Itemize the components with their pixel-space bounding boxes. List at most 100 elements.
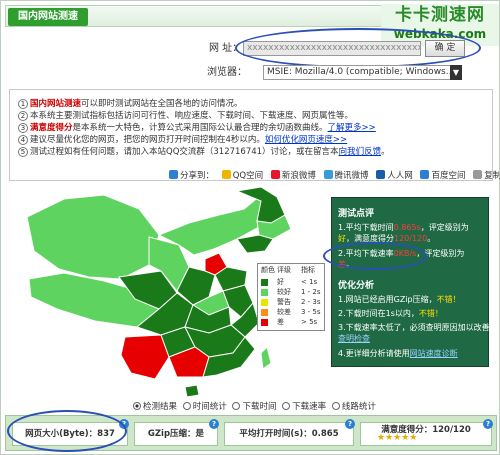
- optimize-line-1: 1.网站已经启用GZip压缩，不错！: [338, 295, 461, 304]
- share-weibo[interactable]: 新浪微博: [270, 169, 316, 181]
- legend-header-rating: 评级: [277, 266, 291, 274]
- tab-line-stats[interactable]: 线路统计: [331, 400, 376, 412]
- legend-swatch: [261, 309, 268, 316]
- info-line-1: 国内网站测速可以即时测试网站在全国各地的访问情况。: [30, 98, 243, 110]
- share-qzone[interactable]: QQ空间: [221, 169, 263, 181]
- feedback-link[interactable]: 向我们反馈: [339, 147, 382, 157]
- tab-download-speed[interactable]: 下载速率: [282, 400, 326, 412]
- optimize-line-4: 4.更详细分析请使用网站速度诊断: [338, 349, 458, 358]
- legend-rating: 较差: [277, 308, 291, 316]
- stat-avg-open-text: 平均打开时间(s)：0.865: [239, 429, 339, 439]
- optimize-title: 优化分析: [338, 281, 375, 291]
- help-icon[interactable]: ?: [345, 419, 355, 429]
- legend-header-color: 颜色: [261, 266, 275, 274]
- info-strong: 满意度得分: [30, 123, 73, 133]
- info-line-3: 满意度得分是本系统一大特色，计算公式采用国际公认最合理的余切函数曲线。了解更多>…: [30, 122, 376, 134]
- result-panel: 测试点评 1.平均下载时间0.865s，评定级别为 好，满意度得分120/120…: [331, 197, 498, 367]
- legend-rating: 差: [277, 318, 284, 326]
- region-xinjiang[interactable]: [26, 194, 160, 280]
- legend-rating: 好: [277, 278, 284, 286]
- tab-time-stats[interactable]: 时间统计: [182, 400, 227, 412]
- legend-swatch: [261, 279, 268, 286]
- url-highlight-ellipse: [235, 28, 481, 68]
- share-tencent[interactable]: 腾讯微博: [323, 169, 369, 181]
- result-tabs: 检测结果 时间统计 下载时间 下载速率 线路统计: [133, 400, 379, 412]
- info-num-4: 4: [18, 135, 28, 145]
- stat-avg-open: 平均打开时间(s)：0.865 ?: [224, 419, 355, 446]
- legend-swatch: [261, 299, 268, 306]
- check-link[interactable]: 查明检查: [338, 334, 370, 343]
- tab-result[interactable]: 检测结果: [133, 400, 177, 412]
- info-line-5: 测试过程如有任何问题，请加入本站QQ交流群（312716741）讨论，或在留言本…: [30, 146, 390, 158]
- share-icon: [169, 170, 178, 179]
- browser-label: 浏览器：: [207, 67, 247, 78]
- info-strong: 国内网站测速: [30, 99, 82, 109]
- chevron-down-icon[interactable]: ▼: [450, 65, 462, 80]
- result-title: 测试点评: [338, 209, 375, 219]
- share-baidu[interactable]: 百度空间: [420, 169, 465, 181]
- share-row: 分享到： QQ空间 新浪微博 腾讯微博 人人网 百度空间 复制: [169, 169, 500, 181]
- info-num-3: 3: [18, 123, 28, 133]
- legend-rating: 警告: [277, 298, 291, 306]
- info-num-5: 5: [18, 147, 28, 157]
- legend-metric: 3 - 5s: [301, 308, 321, 316]
- radio-icon: [182, 402, 191, 410]
- page-title: 国内网站测速: [8, 8, 88, 26]
- legend-swatch: [261, 319, 268, 326]
- legend-metric: < 1s: [301, 278, 318, 286]
- info-line-4: 建议尽量优化您的网页，把您的网页打开时间控制在4秒以内。如何优化网页速度>>: [30, 134, 347, 146]
- baidu-icon: [420, 170, 430, 179]
- renren-icon: [376, 170, 386, 179]
- result-line-1: 1.平均下载时间0.865s，评定级别为: [338, 223, 469, 232]
- copy-icon: [473, 170, 483, 179]
- region-taiwan[interactable]: [260, 346, 272, 370]
- stat-gzip: GZip压缩：是 ?: [134, 419, 219, 446]
- share-label: 分享到：: [169, 169, 214, 181]
- info-num-2: 2: [18, 111, 28, 121]
- page: 国内网站测速 卡卡测速网 webkaka.com 网 址： xxxxxxxxxx…: [0, 0, 500, 455]
- browser-select[interactable]: MSIE: Mozilla/4.0 (compatible; Windows..…: [263, 65, 461, 80]
- legend-metric: 2 - 3s: [301, 298, 321, 306]
- optimize-line-2: 2.下载时间在1s以内，不错！: [338, 309, 443, 318]
- size-highlight-ellipse: [7, 410, 127, 452]
- info-text: 可以即时测试网站在全国各地的访问情况。: [81, 99, 243, 109]
- info-text: 测试过程如有任何问题，请加入本站QQ交流群（312716741）讨论，或在留言本: [30, 147, 339, 157]
- optimize-line-3: 3.下载速率太低了，必须查明原因加以改善。: [338, 323, 498, 332]
- speed-highlight-ellipse: [323, 242, 427, 270]
- map-legend: 颜色 评级 指标 好 < 1s 较好 1 - 2s 警告 2 - 3s 较差 3…: [257, 263, 325, 331]
- help-icon[interactable]: ?: [483, 419, 493, 429]
- rating-stars-icon: ★★★★★: [377, 433, 418, 443]
- info-num-1: 1: [18, 99, 28, 109]
- legend-metric: 1 - 2s: [301, 288, 321, 296]
- share-renren[interactable]: 人人网: [376, 169, 413, 181]
- optimize-line-3b: 查明检查: [338, 333, 370, 344]
- region-yunnan[interactable]: [120, 334, 170, 380]
- region-hainan[interactable]: [184, 384, 200, 398]
- radio-icon: [331, 402, 340, 410]
- info-text: 。: [381, 147, 390, 157]
- logo-cn-text: 卡卡测速网: [395, 5, 485, 25]
- tencent-weibo-icon: [323, 170, 333, 179]
- info-text: 建议尽量优化您的网页，把您的网页打开时间控制在4秒以内。: [30, 135, 265, 145]
- info-line-2: 本系统主要测试指标包括访问可行性、响应速度、下载时间、下载速度、网页属性等。: [30, 111, 354, 121]
- learn-more-link[interactable]: 了解更多>>: [328, 123, 376, 133]
- diagnosis-link[interactable]: 网站速度诊断: [410, 349, 458, 358]
- radio-icon: [133, 402, 141, 410]
- legend-header: 颜色 评级 指标: [261, 266, 315, 275]
- stat-gzip-text: GZip压缩：是: [147, 429, 205, 439]
- share-copy[interactable]: 复制: [473, 169, 500, 181]
- weibo-icon: [270, 170, 280, 179]
- optimize-link[interactable]: 如何优化网页速度>>: [265, 135, 347, 145]
- legend-metric: > 5s: [301, 318, 318, 326]
- legend-swatch: [261, 289, 268, 296]
- info-box: 1 国内网站测速可以即时测试网站在全国各地的访问情况。 2 本系统主要测试指标包…: [9, 89, 493, 181]
- help-icon[interactable]: ?: [209, 419, 219, 429]
- region-liaoning[interactable]: [236, 234, 274, 254]
- qzone-icon: [221, 170, 231, 179]
- tab-download-time[interactable]: 下载时间: [232, 400, 276, 412]
- radio-icon: [232, 402, 241, 410]
- info-text: 是本系统一大特色，计算公式采用国际公认最合理的余切函数曲线。: [72, 123, 328, 133]
- legend-rating: 较好: [277, 288, 291, 296]
- legend-header-metric: 指标: [301, 266, 315, 274]
- radio-icon: [282, 402, 291, 410]
